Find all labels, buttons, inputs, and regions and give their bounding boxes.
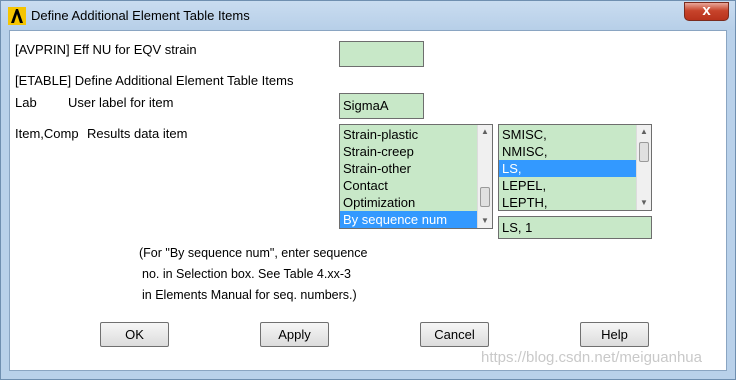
lab-input[interactable]: SigmaA: [339, 93, 424, 119]
component-listbox-scrollbar[interactable]: ▲ ▼: [636, 125, 651, 210]
help-button[interactable]: Help: [580, 322, 649, 347]
avprin-input[interactable]: [339, 41, 424, 67]
cancel-button[interactable]: Cancel: [420, 322, 489, 347]
note-line-3: in Elements Manual for seq. numbers.): [142, 288, 357, 302]
avprin-label: [AVPRIN] Eff NU for EQV strain: [15, 42, 197, 57]
item-comp-key-label: Item,Comp: [15, 126, 79, 141]
item-listbox-scrollbar[interactable]: ▲ ▼: [477, 125, 492, 228]
close-button[interactable]: x: [684, 2, 729, 21]
lab-desc-label: User label for item: [68, 95, 174, 110]
dialog-window: Define Additional Element Table Items x …: [0, 0, 736, 380]
list-item[interactable]: Optimization: [340, 194, 492, 211]
item-comp-desc-label: Results data item: [87, 126, 188, 141]
note-line-2: no. in Selection box. See Table 4.xx-3: [142, 267, 351, 281]
list-item[interactable]: Strain-other: [340, 160, 492, 177]
list-item-selected[interactable]: By sequence num: [340, 211, 492, 228]
scroll-down-icon[interactable]: ▼: [478, 214, 492, 228]
list-item[interactable]: LEPEL,: [499, 177, 651, 194]
lab-key-label: Lab: [15, 95, 37, 110]
scroll-up-icon[interactable]: ▲: [637, 125, 651, 139]
list-item[interactable]: NMISC,: [499, 143, 651, 160]
item-listbox[interactable]: Strain-plastic Strain-creep Strain-other…: [339, 124, 493, 229]
selection-input[interactable]: LS, 1: [498, 216, 652, 239]
apply-button[interactable]: Apply: [260, 322, 329, 347]
list-item[interactable]: Strain-creep: [340, 143, 492, 160]
list-item[interactable]: Strain-plastic: [340, 126, 492, 143]
list-item[interactable]: SMISC,: [499, 126, 651, 143]
list-item[interactable]: LEPTH,: [499, 194, 651, 210]
scroll-thumb[interactable]: [480, 187, 490, 207]
ok-button[interactable]: OK: [100, 322, 169, 347]
ansys-logo-icon: [8, 7, 26, 25]
list-item[interactable]: Contact: [340, 177, 492, 194]
note-line-1: (For "By sequence num", enter sequence: [139, 246, 368, 260]
window-title: Define Additional Element Table Items: [31, 8, 250, 23]
dialog-body: [AVPRIN] Eff NU for EQV strain [ETABLE] …: [9, 30, 727, 371]
scroll-up-icon[interactable]: ▲: [478, 125, 492, 139]
close-icon: x: [702, 2, 711, 19]
scroll-thumb[interactable]: [639, 142, 649, 162]
watermark-text: https://blog.csdn.net/meiguanhua: [481, 349, 702, 366]
list-item-selected[interactable]: LS,: [499, 160, 651, 177]
scroll-down-icon[interactable]: ▼: [637, 196, 651, 210]
title-bar[interactable]: Define Additional Element Table Items x: [1, 1, 735, 30]
component-listbox[interactable]: SMISC, NMISC, LS, LEPEL, LEPTH, ▲ ▼: [498, 124, 652, 211]
etable-heading: [ETABLE] Define Additional Element Table…: [15, 73, 294, 88]
